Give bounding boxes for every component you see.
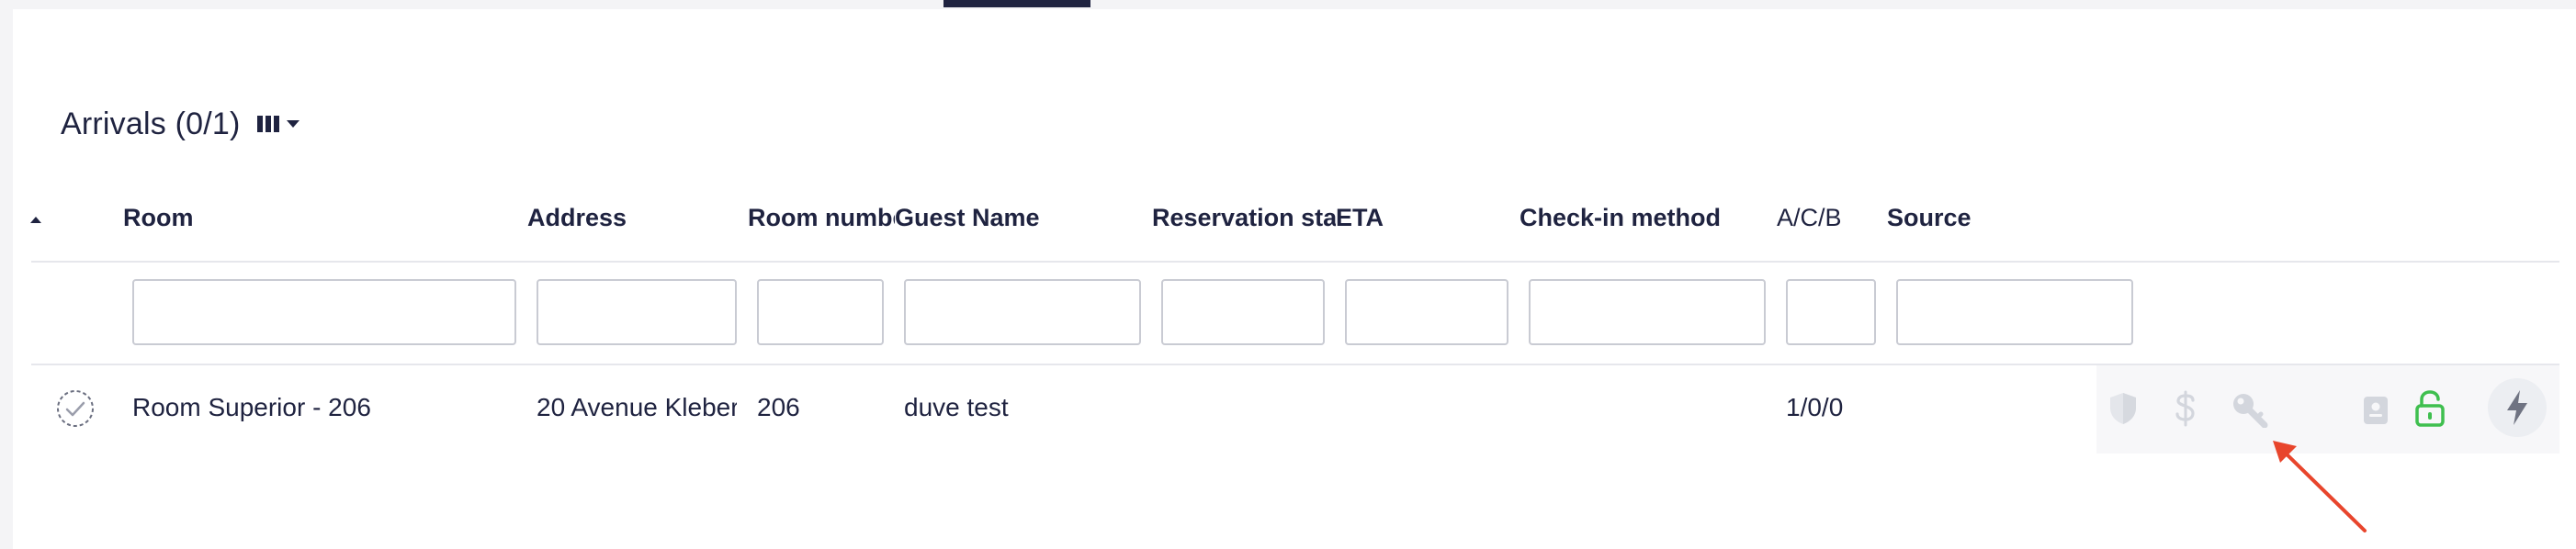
section-header: Arrivals (0/1) bbox=[61, 101, 299, 147]
column-header-room-number[interactable]: Room number bbox=[748, 204, 895, 232]
sort-icon[interactable] bbox=[30, 217, 41, 223]
cell-guest-name[interactable]: duve test bbox=[904, 393, 1009, 422]
column-header-room[interactable]: Room bbox=[123, 204, 307, 232]
room-filter-input[interactable] bbox=[132, 279, 516, 345]
dollar-icon[interactable] bbox=[2174, 389, 2198, 428]
cell-acb: 1/0/0 bbox=[1786, 393, 1844, 421]
guest-name-filter-input[interactable] bbox=[904, 279, 1141, 345]
address-filter-input[interactable] bbox=[537, 279, 737, 345]
section-title: Arrivals (0/1) bbox=[61, 106, 241, 141]
key-icon[interactable] bbox=[2231, 391, 2269, 428]
column-chooser-button[interactable] bbox=[256, 116, 299, 132]
checkin-method-filter-input[interactable] bbox=[1529, 279, 1766, 345]
column-header-reservation-status[interactable]: Reservation status bbox=[1152, 204, 1336, 232]
chevron-down-icon bbox=[286, 120, 299, 128]
room-number-filter-input[interactable] bbox=[757, 279, 884, 345]
bolt-icon bbox=[2507, 390, 2527, 425]
eta-filter-input[interactable] bbox=[1345, 279, 1508, 345]
reservation-status-filter-input[interactable] bbox=[1161, 279, 1325, 345]
active-tab-indicator bbox=[943, 0, 1090, 7]
column-header-eta[interactable]: ETA bbox=[1336, 204, 1446, 232]
column-header-address[interactable]: Address bbox=[527, 204, 711, 232]
check-circle-icon[interactable] bbox=[56, 389, 95, 428]
cell-address: 20 Avenue Kleber bbox=[537, 393, 737, 421]
source-filter-input[interactable] bbox=[1896, 279, 2133, 345]
shield-icon[interactable] bbox=[2107, 391, 2139, 426]
column-header-checkin-method[interactable]: Check-in method bbox=[1520, 204, 1740, 232]
header-divider bbox=[31, 261, 2559, 263]
id-card-icon[interactable] bbox=[2362, 395, 2390, 426]
acb-filter-input[interactable] bbox=[1786, 279, 1876, 345]
cell-room-number: 206 bbox=[757, 393, 800, 421]
column-header-guest-name[interactable]: Guest Name bbox=[895, 204, 1115, 232]
cell-room[interactable]: Room Superior - 206 bbox=[132, 393, 371, 422]
unlock-icon[interactable] bbox=[2414, 389, 2446, 428]
column-header-source[interactable]: Source bbox=[1887, 204, 2034, 232]
columns-icon bbox=[256, 116, 279, 132]
column-header-acb[interactable]: A/C/B bbox=[1777, 204, 1869, 232]
annotation-arrow bbox=[2273, 441, 2367, 532]
